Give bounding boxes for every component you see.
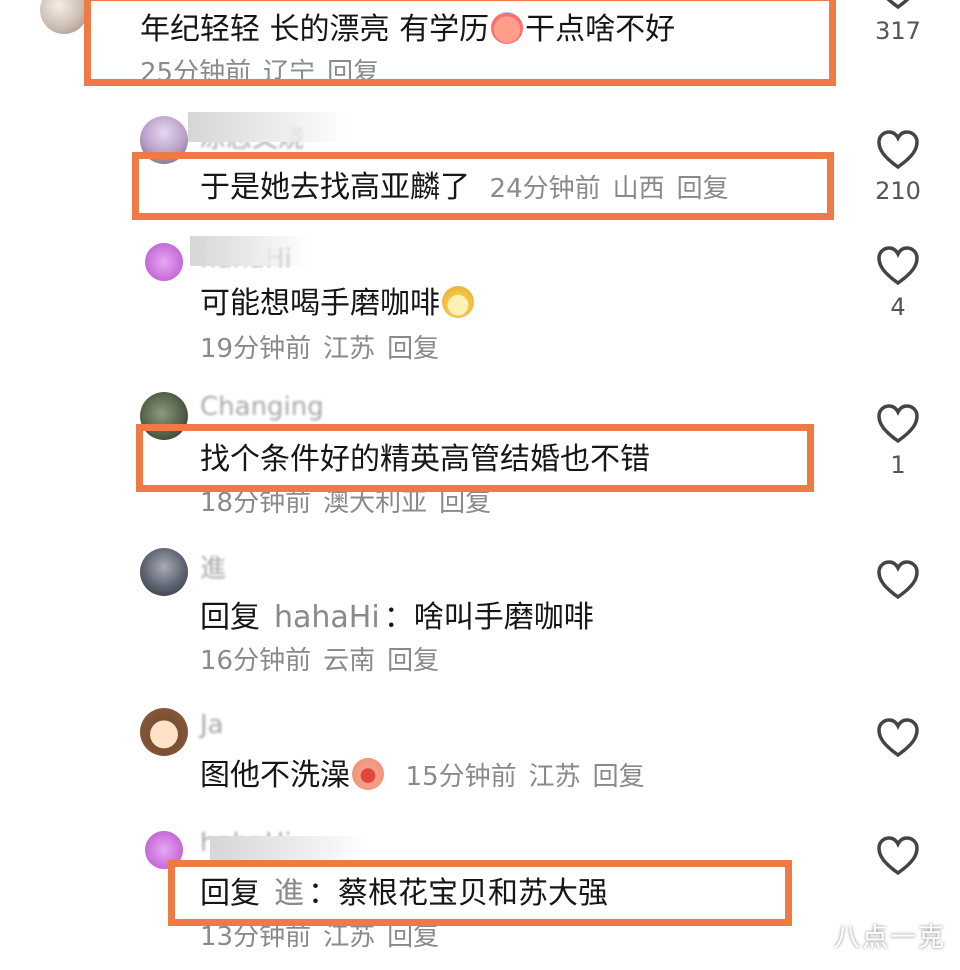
like-button[interactable]: [868, 718, 928, 758]
highlight-box: [136, 424, 814, 492]
like-button[interactable]: [868, 560, 928, 600]
watermark: 八点一克: [833, 923, 946, 953]
heart-icon: [877, 246, 919, 286]
crying-emoji-icon: [352, 758, 384, 790]
like-count: 210: [875, 177, 921, 205]
like-button[interactable]: 4: [868, 246, 928, 322]
comment-username: Ja: [200, 710, 224, 740]
comment-location: 江苏: [528, 762, 581, 792]
heart-icon: [877, 836, 919, 876]
highlight-box: [84, 0, 836, 86]
comment-username: 進: [200, 554, 227, 584]
comment-location: 澳大利亚: [323, 488, 428, 518]
comment-meta: 19分钟前 江苏 回复: [200, 332, 451, 366]
avatar[interactable]: [40, 0, 88, 34]
like-count: 1: [890, 451, 906, 479]
comment-time: 18分钟前: [200, 488, 312, 518]
like-count: 317: [875, 17, 921, 45]
heart-icon: [877, 718, 919, 758]
avatar[interactable]: [140, 238, 188, 286]
reply-button[interactable]: 回复: [387, 646, 439, 676]
reply-button[interactable]: 回复: [593, 762, 645, 792]
like-count: 4: [890, 293, 906, 321]
comment-time: 13分钟前: [200, 922, 312, 952]
heart-icon: [877, 130, 919, 170]
heart-icon: [877, 560, 919, 600]
comment-location: 云南: [323, 646, 376, 676]
comment-location: 江苏: [323, 334, 376, 364]
comment-meta: 16分钟前 云南 回复: [200, 644, 451, 678]
highlight-box: [132, 152, 834, 220]
like-button[interactable]: 317: [868, 0, 928, 46]
avatar[interactable]: [140, 548, 188, 596]
reply-button[interactable]: 回复: [387, 334, 439, 364]
heart-icon: [877, 404, 919, 444]
comment-location: 江苏: [323, 922, 376, 952]
redaction-bar: [188, 112, 348, 142]
reply-button[interactable]: 回复: [439, 488, 491, 518]
comment-time: 19分钟前: [200, 334, 312, 364]
like-button[interactable]: [868, 836, 928, 876]
heart-icon: [886, 0, 910, 10]
highlight-box: [168, 860, 792, 926]
reply-button[interactable]: 回复: [387, 922, 439, 952]
redaction-bar: [190, 236, 310, 266]
like-button[interactable]: 210: [868, 130, 928, 206]
comment-meta: 15分钟前 江苏 回复: [406, 762, 657, 792]
comment-text: 可能想喝手磨咖啡: [200, 284, 476, 324]
like-button[interactable]: 1: [868, 404, 928, 480]
comment-time: 15分钟前: [405, 762, 517, 792]
reply-target-username[interactable]: hahaHi: [274, 600, 380, 635]
comment-username: Changing: [200, 392, 324, 422]
comment-time: 16分钟前: [200, 646, 312, 676]
reply-prefix: 回复: [200, 600, 260, 635]
avatar[interactable]: [140, 708, 188, 756]
dog-face-emoji-icon: [442, 286, 474, 318]
comment-text: 图他不洗澡 15分钟前 江苏 回复: [200, 756, 657, 797]
comment-text: 回复 hahaHi ：啥叫手磨咖啡: [200, 600, 594, 635]
